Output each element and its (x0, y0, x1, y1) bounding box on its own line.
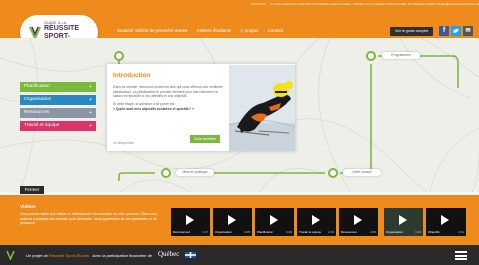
play-icon (186, 215, 194, 225)
node-label-programmes[interactable]: Programmes (382, 52, 420, 59)
nav-item-ateliers[interactable]: Ateliers étudiants (197, 28, 232, 33)
quebec-logo: Québec (158, 250, 180, 258)
video-thumb[interactable]: Recrutement 1:17 (171, 208, 210, 236)
play-icon (441, 215, 449, 225)
close-video-panel-button[interactable]: Fermer (20, 186, 44, 194)
menu-item-planification[interactable]: Planification + (20, 82, 96, 92)
video-duration: 4:05 (244, 230, 250, 234)
plus-icon: + (89, 84, 92, 90)
plus-icon: + (89, 110, 92, 116)
card-question: « Quels sont mes objectifs scolaires et … (113, 107, 194, 112)
video-duration: 1:40 (415, 230, 421, 234)
card-title: Introduction (113, 72, 151, 79)
video-panel: Vidéos Vous pouvez visiter des vidéos en… (0, 195, 479, 245)
menu-item-ressources[interactable]: Ressources + (20, 108, 96, 118)
top-date: 06/01/2016 (251, 2, 267, 6)
footer-brand-link[interactable]: Réussite Sport-Études (49, 253, 89, 258)
video-caption: Travail et équipe (299, 230, 322, 234)
quebec-flag-icon (185, 252, 196, 258)
play-icon (399, 215, 407, 225)
node-label-mise-en-pratique[interactable]: Mise en pratique (176, 169, 214, 176)
logo-line1: RÉUSSITE (44, 25, 80, 33)
top-info-strip: 06/01/2016 Il est des questions concerna… (0, 0, 479, 9)
map-node-bottom-left[interactable] (161, 168, 171, 178)
card-body-text: Dans ce chemin, retrouvez toutes les clé… (113, 85, 223, 99)
nav-item-a-propos[interactable]: À propos (240, 28, 258, 33)
play-icon (312, 215, 320, 225)
menu-item-travail-equipe[interactable]: Travail et équipe + (20, 121, 96, 131)
speed-skater-photo (229, 65, 295, 151)
footer-text: Un projet de Réussite Sport-Études Avec … (26, 253, 152, 258)
video-thumb[interactable]: Organisation 1:40 (384, 208, 423, 236)
video-thumb[interactable]: Travail et équipe 2:19 (297, 208, 336, 236)
video-thumb[interactable]: Organisation 4:05 (213, 208, 252, 236)
video-duration: 1:17 (202, 230, 208, 234)
play-icon (354, 215, 362, 225)
twitter-icon[interactable] (451, 26, 461, 36)
complete-guide-button[interactable]: Voir le guide complet (390, 27, 433, 36)
play-icon (228, 215, 236, 225)
card-date: Un temps libre (113, 141, 134, 145)
footer-text-1: Un projet de (26, 253, 48, 258)
menu-item-label: Travail et équipe (24, 123, 60, 128)
menu-item-label: Ressources (24, 110, 50, 115)
card-body: Dans ce chemin, retrouvez toutes les clé… (113, 85, 223, 112)
video-duration: 2:19 (328, 230, 334, 234)
video-caption: Organisation (215, 230, 233, 234)
plus-icon: + (89, 123, 92, 129)
video-thumb[interactable]: Planification 3:20 (255, 208, 294, 236)
section-menu: Planification + Organisation + Ressource… (20, 82, 96, 134)
hamburger-menu-icon[interactable] (455, 251, 467, 260)
play-icon (270, 215, 278, 225)
plus-icon: + (89, 97, 92, 103)
video-caption: Planification (257, 230, 274, 234)
video-thumb[interactable]: Objectifs 2:11 (426, 208, 466, 236)
top-info-text: Il est des questions concernant la conci… (270, 2, 479, 6)
video-duration: 2:11 (458, 230, 464, 234)
node-label-votre-conseil[interactable]: Votre conseil (343, 169, 381, 176)
footer-logo-icon (6, 250, 15, 260)
menu-item-label: Planification (24, 84, 50, 89)
nav-item-contact[interactable]: Contact (268, 28, 284, 33)
video-thumb[interactable]: Ressources 2:06 (339, 208, 378, 236)
video-panel-title: Vidéos (20, 205, 36, 210)
nav-item-premiere-annee[interactable]: Soutenir athlète de première année (117, 28, 188, 33)
video-caption: Organisation (386, 230, 404, 234)
main-nav: Soutenir athlète de première année Ateli… (117, 28, 291, 33)
video-duration: 3:20 (286, 230, 292, 234)
video-caption: Objectifs (428, 230, 440, 234)
video-duration: 2:06 (370, 230, 376, 234)
site-footer: Un projet de Réussite Sport-Études Avec … (0, 245, 479, 265)
card-more-button[interactable]: Suite activités (190, 135, 220, 143)
mail-icon[interactable]: ✉ (463, 26, 473, 36)
video-panel-description: Vous pouvez visiter des vidéos en sélect… (20, 212, 157, 226)
map-node-bottom-right[interactable] (328, 168, 338, 178)
start-node[interactable] (114, 51, 124, 61)
menu-item-label: Organisation (24, 97, 52, 102)
video-caption: Ressources (341, 230, 357, 234)
map-node-top-right[interactable] (366, 51, 376, 61)
menu-item-organisation[interactable]: Organisation + (20, 95, 96, 105)
video-caption: Recrutement (173, 230, 191, 234)
facebook-icon[interactable]: f (439, 26, 449, 36)
footer-text-2: Avec la participation financière de (92, 253, 153, 258)
card-body-text-2: Si cette étape, la question à se poser e… (113, 101, 177, 106)
